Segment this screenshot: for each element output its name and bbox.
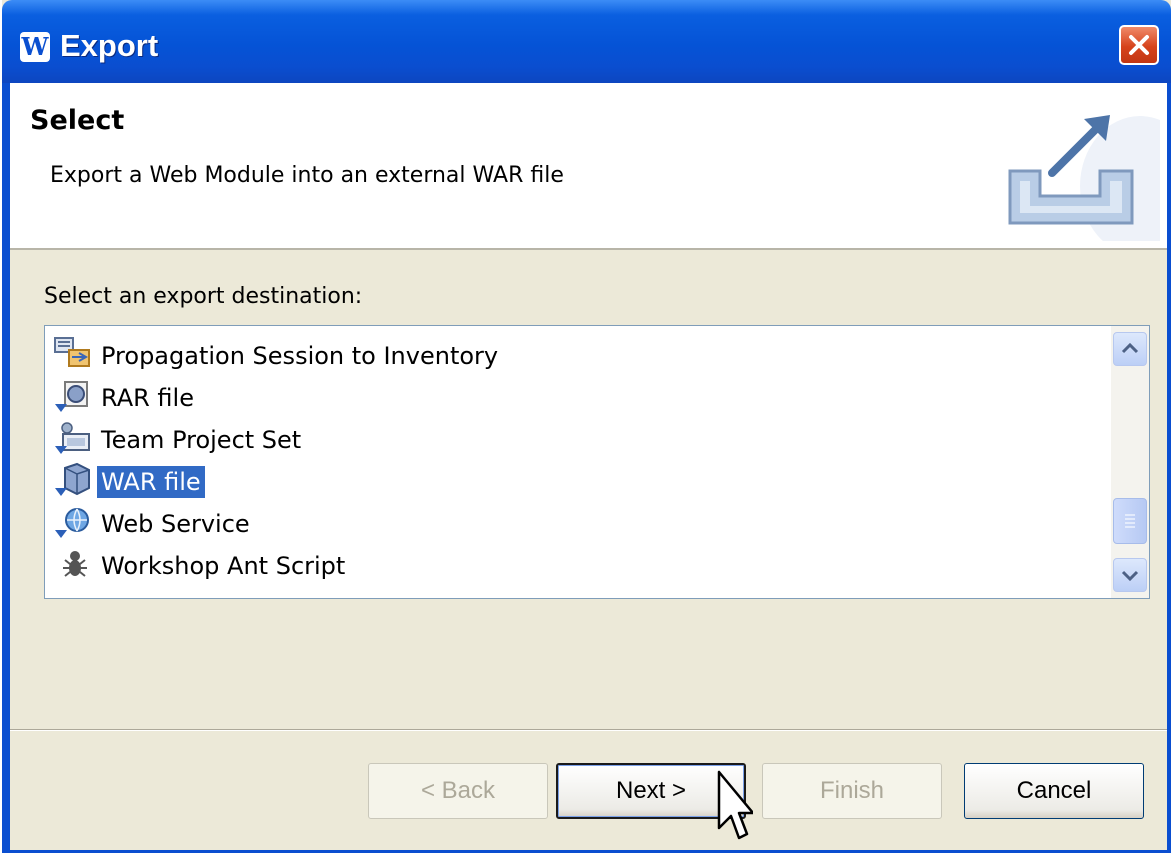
web-service-icon [53,504,97,544]
list-item[interactable]: Web Service [53,504,254,544]
scroll-up-button[interactable] [1113,332,1147,366]
export-arrow-icon [1008,115,1160,241]
list-item-selected[interactable]: WAR file [53,462,205,502]
rar-file-icon [53,378,97,418]
war-file-icon [53,462,97,502]
page-title: Select [30,105,125,136]
wizard-header: Select Export a Web Module into an exter… [10,83,1167,250]
list-item[interactable]: Team Project Set [53,420,305,460]
list-item-label: Propagation Session to Inventory [101,342,499,370]
window-frame-left [2,83,10,853]
list-item-label: Workshop Ant Script [101,552,346,580]
back-button[interactable]: < Back [368,763,548,819]
cancel-button[interactable]: Cancel [964,763,1144,819]
close-button[interactable] [1119,25,1159,65]
list-item-label: RAR file [101,384,194,412]
chevron-up-icon [1121,342,1139,354]
mouse-cursor-icon [717,770,753,840]
finish-button[interactable]: Finish [762,763,942,819]
team-project-icon [53,420,97,460]
destination-label: Select an export destination: [44,284,363,309]
list-item[interactable]: RAR file [53,378,198,418]
list-item-label: WAR file [97,466,205,498]
scroll-thumb[interactable] [1113,498,1147,544]
list-item[interactable]: Propagation Session to Inventory [53,336,502,376]
destination-list[interactable]: Propagation Session to Inventory RAR fil… [44,325,1150,599]
export-dialog: W Export Select Export a Web Module into… [2,0,1171,853]
ant-script-icon [53,546,97,586]
title-bar[interactable]: W Export [2,0,1171,83]
window-title: Export [60,28,159,63]
propagation-icon [53,336,97,376]
grip-icon [1125,514,1135,528]
chevron-down-icon [1121,570,1139,582]
list-item-label: Web Service [101,510,250,538]
button-bar-separator [10,729,1167,731]
window-frame-right [1167,83,1171,853]
list-item-label: Team Project Set [101,426,302,454]
app-logo-icon: W [20,32,50,62]
list-item[interactable]: Workshop Ant Script [53,546,349,586]
scroll-down-button[interactable] [1113,558,1147,592]
vertical-scrollbar[interactable] [1111,326,1149,598]
page-description: Export a Web Module into an external WAR… [50,163,564,188]
close-icon [1129,35,1149,55]
